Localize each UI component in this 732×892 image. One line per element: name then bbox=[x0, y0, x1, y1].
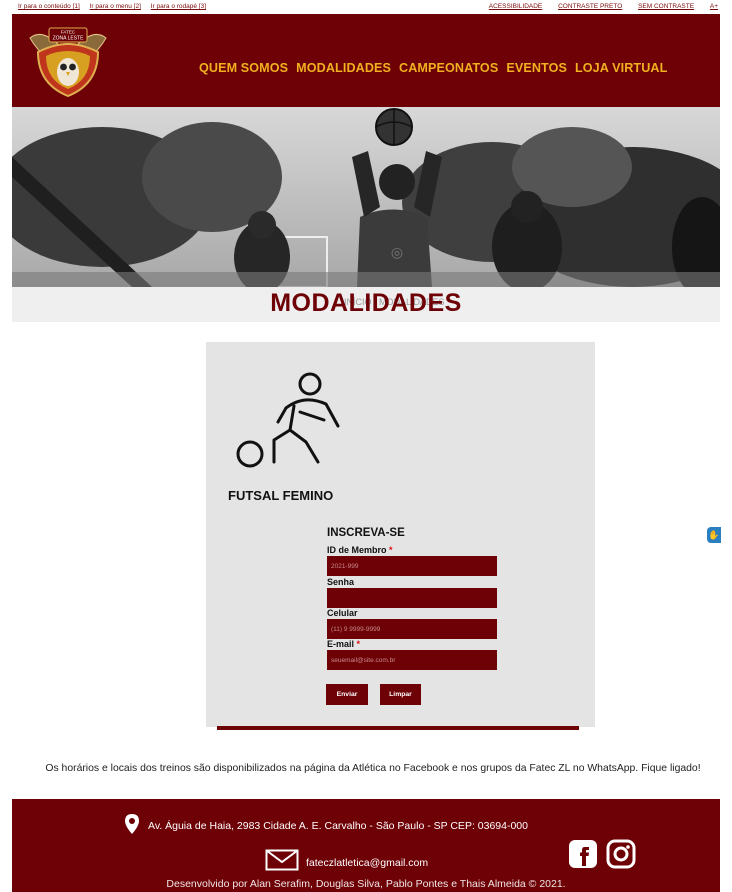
nav-quem-somos[interactable]: QUEM SOMOS bbox=[199, 61, 288, 75]
phone-input[interactable] bbox=[327, 619, 497, 639]
accessibility-link[interactable]: ACESSIBILIDADE bbox=[489, 3, 542, 10]
password-input[interactable] bbox=[327, 588, 497, 608]
accessibility-links: ACESSIBILIDADE CONTRASTE PRETO SEM CONTR… bbox=[475, 3, 718, 10]
address-text: Av. Águia de Haia, 2983 Cidade A. E. Car… bbox=[148, 820, 528, 832]
site-header: FATEC ZONA LESTE QUEM SOMOS MODALIDADES … bbox=[12, 14, 720, 107]
training-info-text: Os horários e locais dos treinos são dis… bbox=[45, 763, 701, 774]
submit-button[interactable]: Enviar bbox=[326, 684, 368, 705]
skip-to-content-link[interactable]: Ir para o conteúdo [1] bbox=[18, 3, 80, 10]
skip-links: Ir para o conteúdo [1] Ir para o menu [2… bbox=[18, 3, 214, 10]
site-logo[interactable]: FATEC ZONA LESTE bbox=[24, 22, 112, 100]
sport-card: FUTSAL FEMINO INSCREVA-SE ID de Membro *… bbox=[206, 342, 595, 730]
sport-title: FUTSAL FEMINO bbox=[228, 488, 334, 503]
main-nav: QUEM SOMOS MODALIDADES CAMPEONATOS EVENT… bbox=[199, 61, 667, 75]
page-title-band: INÍCIO / MODALIDADES MODALIDADES bbox=[12, 287, 720, 322]
form-title: INSCREVA-SE bbox=[327, 527, 405, 539]
page-title: MODALIDADES bbox=[270, 289, 462, 317]
member-id-input[interactable] bbox=[327, 556, 497, 576]
high-contrast-link[interactable]: CONTRASTE PRETO bbox=[558, 3, 622, 10]
location-pin-icon bbox=[125, 814, 139, 834]
footer-address: Av. Águia de Haia, 2983 Cidade A. E. Car… bbox=[124, 813, 528, 838]
skip-to-menu-link[interactable]: Ir para o menu [2] bbox=[90, 3, 141, 10]
member-id-label: ID de Membro * bbox=[327, 545, 393, 555]
basketball-photo: ◎ bbox=[12, 107, 720, 287]
increase-font-link[interactable]: A+ bbox=[710, 3, 718, 10]
accessibility-bar: Ir para o conteúdo [1] Ir para o menu [2… bbox=[0, 0, 732, 14]
hero-image: ◎ bbox=[12, 107, 720, 287]
envelope-icon bbox=[265, 849, 299, 871]
accessibility-icon[interactable]: ✋ bbox=[707, 527, 721, 543]
email-link[interactable]: fateczlatletica@gmail.com bbox=[306, 857, 428, 869]
email-input[interactable] bbox=[327, 650, 497, 670]
no-contrast-link[interactable]: SEM CONTRASTE bbox=[638, 3, 694, 10]
logo-line2: ZONA LESTE bbox=[53, 36, 85, 42]
nav-modalidades[interactable]: MODALIDADES bbox=[296, 61, 391, 75]
site-footer: Av. Águia de Haia, 2983 Cidade A. E. Car… bbox=[12, 799, 720, 892]
soccer-player-icon bbox=[236, 372, 340, 468]
phone-label: Celular bbox=[327, 608, 358, 618]
nav-eventos[interactable]: EVENTOS bbox=[506, 61, 567, 75]
facebook-icon[interactable] bbox=[568, 839, 598, 869]
social-links bbox=[568, 839, 636, 869]
password-label: Senha bbox=[327, 577, 355, 587]
email-label: E-mail * bbox=[327, 639, 361, 649]
owl-logo-icon: FATEC ZONA LESTE bbox=[29, 27, 107, 98]
nav-campeonatos[interactable]: CAMPEONATOS bbox=[399, 61, 498, 75]
nav-loja-virtual[interactable]: LOJA VIRTUAL bbox=[575, 61, 667, 75]
skip-to-footer-link[interactable]: Ir para o rodapé [3] bbox=[151, 3, 206, 10]
footer-email: fateczlatletica@gmail.com bbox=[265, 849, 428, 874]
footer-credits: Desenvolvido por Alan Serafim, Douglas S… bbox=[166, 878, 566, 890]
reset-button[interactable]: Limpar bbox=[380, 684, 421, 705]
svg-text:◎: ◎ bbox=[391, 244, 403, 260]
instagram-icon[interactable] bbox=[606, 839, 636, 869]
logo-line1: FATEC bbox=[61, 30, 76, 35]
card-bottom-bar bbox=[217, 726, 579, 730]
